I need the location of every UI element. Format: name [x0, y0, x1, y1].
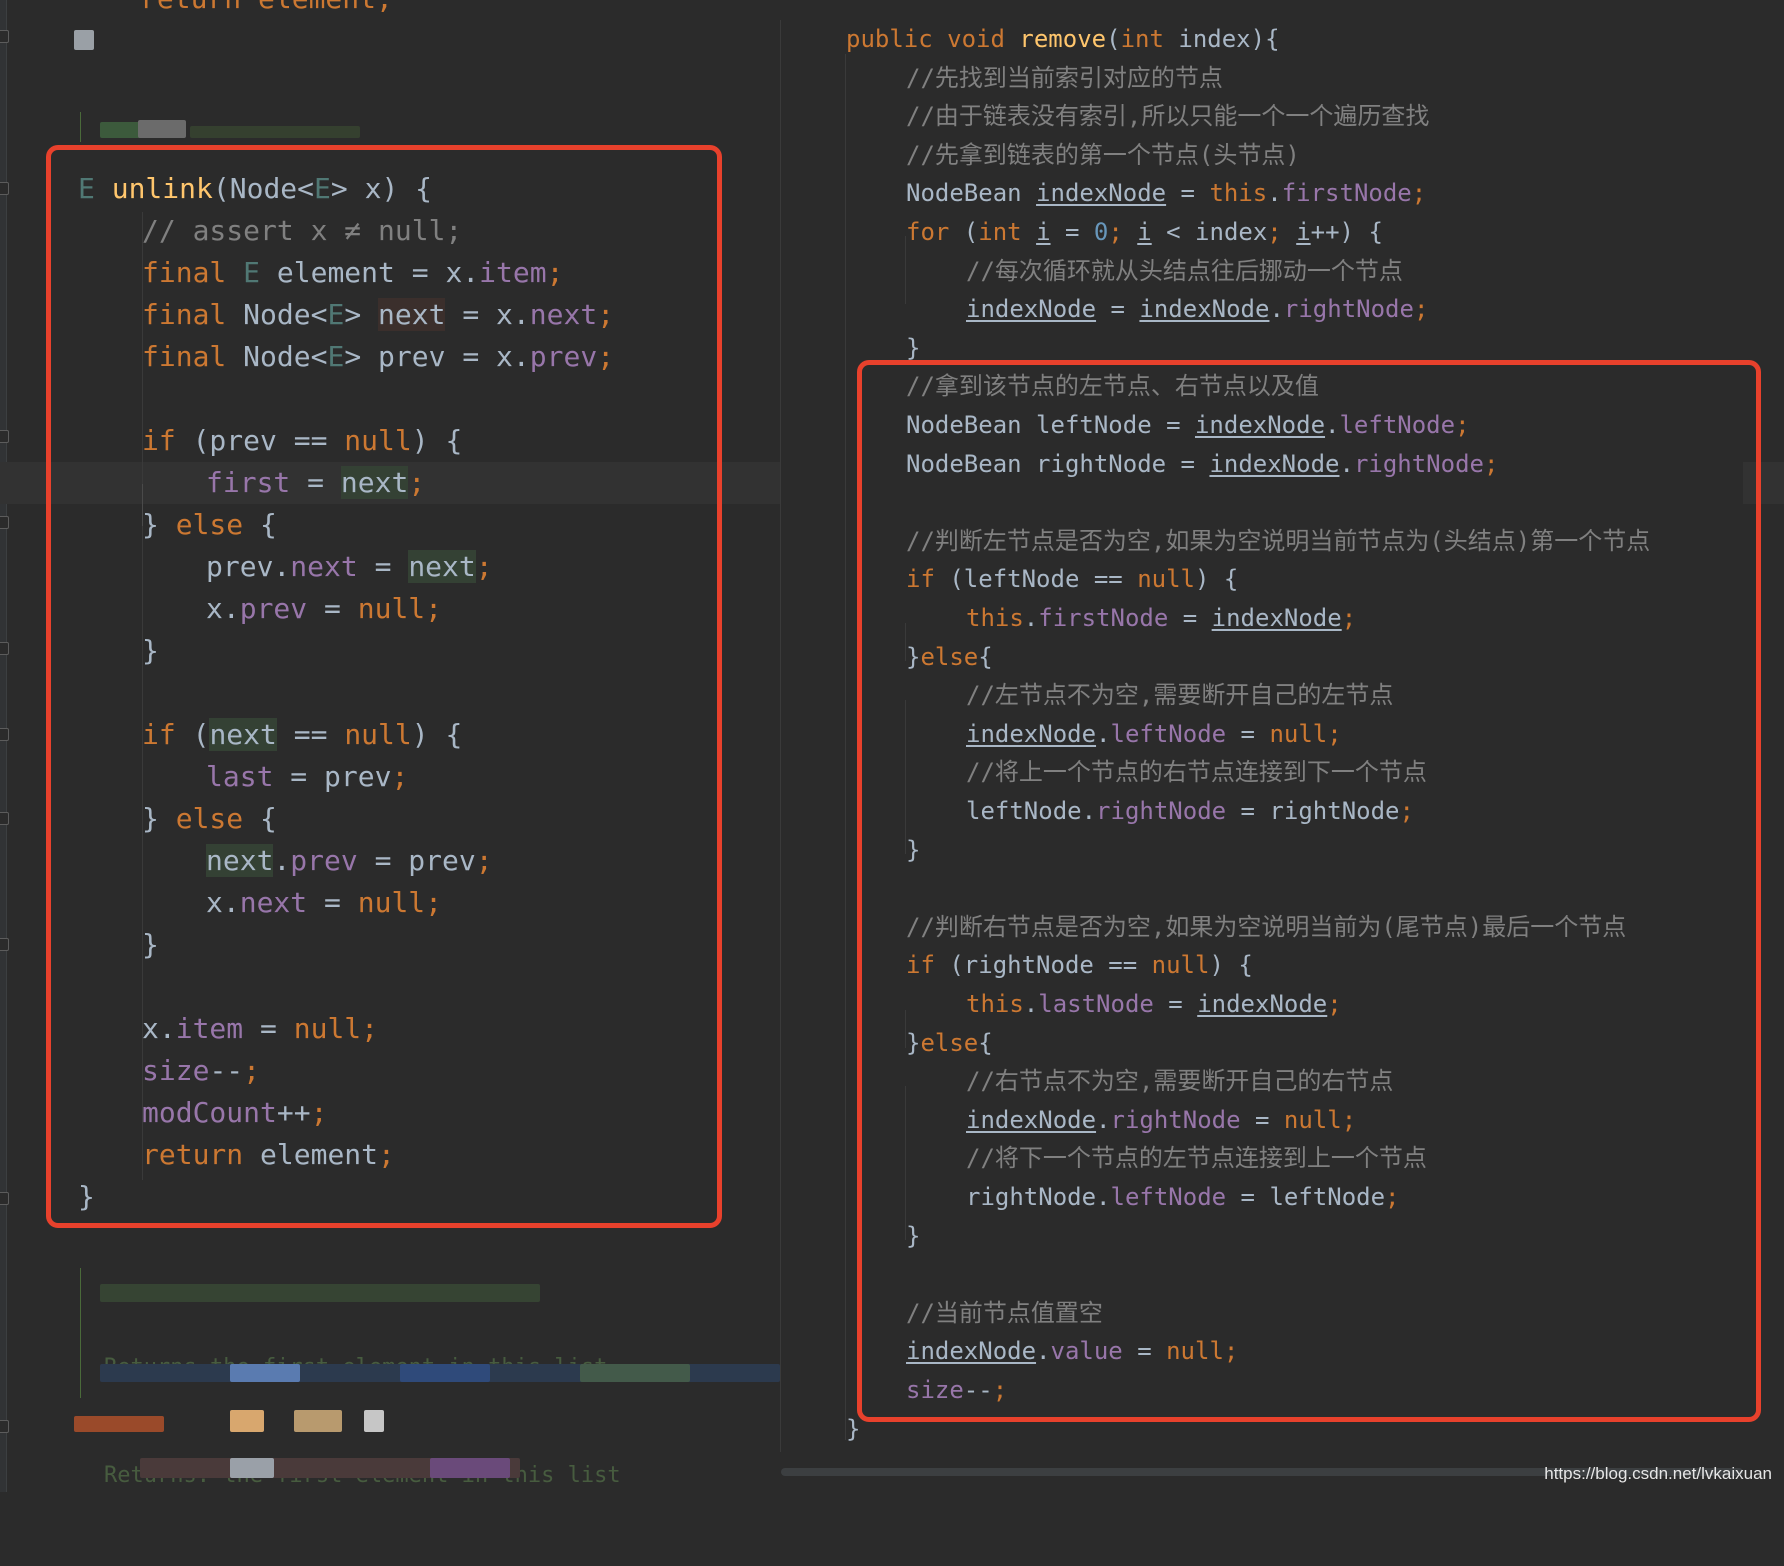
blurred-text	[138, 120, 186, 138]
fold-marker-icon[interactable]	[0, 1192, 9, 1205]
fold-marker-icon[interactable]	[0, 642, 9, 655]
highlight-box-right	[857, 360, 1761, 1422]
code-line: public void remove(int index){	[846, 25, 1280, 53]
code-line: //由于链表没有索引,所以只能一个一个遍历查找	[906, 97, 1429, 136]
code-text: return element;	[140, 0, 393, 15]
fold-marker-icon[interactable]	[0, 1420, 9, 1433]
blurred-text	[74, 1416, 164, 1432]
fold-marker-icon[interactable]	[0, 430, 9, 443]
blurred-text	[230, 1410, 264, 1432]
fold-marker-icon[interactable]	[0, 812, 9, 825]
fold-marker-icon[interactable]	[0, 516, 9, 529]
blurred-text	[190, 126, 360, 138]
doc-guide	[80, 1268, 81, 1398]
blurred-text	[430, 1458, 510, 1478]
fold-marker-icon[interactable]	[0, 728, 9, 741]
code-comment: //由于链表没有索引,所以只能一个一个遍历查找	[906, 102, 1430, 131]
blurred-text	[100, 1284, 540, 1302]
blurred-text	[580, 1364, 690, 1382]
indent-guide	[845, 54, 846, 1440]
code-line: //每次循环就从头结点往后挪动一个节点	[966, 252, 1403, 291]
blurred-text	[364, 1410, 384, 1432]
code-comment: //先找到当前索引对应的节点	[906, 63, 1223, 92]
left-editor-pane: return element; E unlink(Node<E> x) { //…	[0, 0, 780, 1492]
fold-marker-icon[interactable]	[0, 30, 9, 43]
code-line-partial: return element;	[140, 0, 393, 20]
left-gutter	[0, 0, 7, 1492]
blurred-text	[230, 1364, 300, 1382]
code-line: //先拿到链表的第一个节点(头节点)	[906, 136, 1300, 175]
code-comment: //每次循环就从头结点往后挪动一个节点	[966, 256, 1403, 285]
blurred-text	[230, 1458, 274, 1478]
right-editor-pane: public void remove(int index){ //先找到当前索引…	[780, 0, 1784, 1492]
fold-marker-icon[interactable]	[0, 182, 9, 195]
breakpoint-marker-icon[interactable]	[74, 30, 94, 50]
blurred-doc-comment: Returns the first element in this list R…	[104, 1278, 621, 1566]
blurred-text	[294, 1410, 342, 1432]
code-line: indexNode = indexNode.rightNode;	[966, 295, 1429, 324]
code-line: //先找到当前索引对应的节点	[906, 59, 1223, 98]
code-comment: //先拿到链表的第一个节点(头节点)	[906, 140, 1300, 169]
blurred-text	[400, 1364, 490, 1382]
code-line: for (int i = 0; i < index; i++) {	[906, 218, 1383, 246]
watermark-url: https://blog.csdn.net/lvkaixuan	[1544, 1464, 1772, 1483]
fold-marker-icon[interactable]	[0, 938, 9, 951]
highlight-box-left	[46, 145, 722, 1228]
doc-guide	[80, 112, 81, 142]
code-line: NodeBean indexNode = this.firstNode;	[906, 179, 1427, 208]
